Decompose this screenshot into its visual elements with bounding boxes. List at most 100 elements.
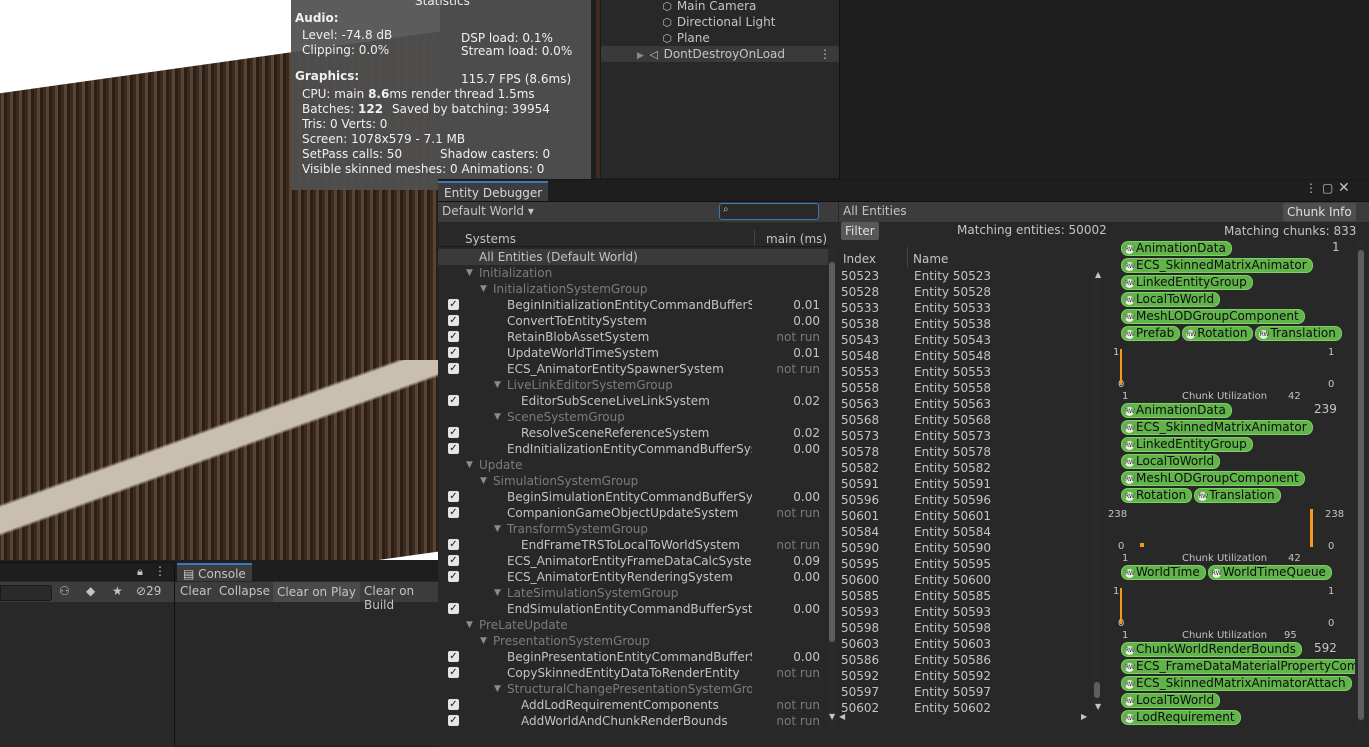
system-row[interactable]: ✓ AddLodRequirementComponents not run <box>438 697 828 713</box>
component-pill[interactable]: RWECS_SkinnedMatrixAnimator <box>1121 258 1313 273</box>
system-row[interactable]: ✓ AddWorldAndChunkRenderBounds not run <box>438 713 828 729</box>
collapse-button[interactable]: Collapse <box>219 584 270 598</box>
project-search-input[interactable] <box>0 585 52 601</box>
scroll-left-icon[interactable]: ◀ <box>839 712 845 721</box>
entity-row[interactable]: 50600 Entity 50600 <box>839 572 1089 588</box>
system-row[interactable]: ✓ EditorSubSceneLiveLinkSystem 0.02 <box>438 393 828 409</box>
more-options-icon[interactable]: ⋮ <box>819 46 831 62</box>
system-group-row[interactable]: ▼ Update <box>438 457 828 473</box>
system-row[interactable]: ✓ CompanionGameObjectUpdateSystem not run <box>438 505 828 521</box>
expand-arrow-icon[interactable]: ▼ <box>494 585 501 601</box>
component-pill[interactable]: RWLinkedEntityGroup <box>1121 275 1253 290</box>
expand-arrow-icon[interactable]: ▶ <box>637 51 644 61</box>
system-group-row[interactable]: ▼ LateSimulationSystemGroup <box>438 585 828 601</box>
system-group-row[interactable]: ▼ StructuralChangePresentationSystemGroup <box>438 681 828 697</box>
component-pill[interactable]: RWECS_SkinnedMatrixAnimatorAttach <box>1121 676 1352 691</box>
component-pill[interactable]: RWLinkedEntityGroup <box>1121 437 1253 452</box>
component-pill[interactable]: RWChunkWorldRenderBounds <box>1121 642 1302 657</box>
expand-arrow-icon[interactable]: ▼ <box>480 633 487 649</box>
entity-row[interactable]: 50592 Entity 50592 <box>839 668 1089 684</box>
filter-button[interactable]: Filter <box>841 222 879 240</box>
clear-on-build-button[interactable]: Clear on Build <box>364 584 441 612</box>
entity-row[interactable]: 50558 Entity 50558 <box>839 380 1089 396</box>
system-row-all-entities[interactable]: All Entities (Default World) <box>438 249 828 265</box>
system-row[interactable]: ✓ ConvertToEntitySystem 0.00 <box>438 313 828 329</box>
expand-arrow-icon[interactable]: ▼ <box>494 681 501 697</box>
entity-row[interactable]: 50593 Entity 50593 <box>839 604 1089 620</box>
scroll-right-icon[interactable]: ▶ <box>1081 712 1087 721</box>
component-pill[interactable]: RWECS_SkinnedMatrixAnimator <box>1121 420 1313 435</box>
entity-row[interactable]: 50578 Entity 50578 <box>839 444 1089 460</box>
enabled-checkbox[interactable]: ✓ <box>448 299 459 310</box>
expand-arrow-icon[interactable]: ▼ <box>494 377 501 393</box>
enabled-checkbox[interactable]: ✓ <box>448 571 459 582</box>
system-row[interactable]: ✓ RetainBlobAssetSystem not run <box>438 329 828 345</box>
name-column-header[interactable]: Name <box>913 251 948 267</box>
entity-row[interactable]: 50523 Entity 50523 <box>839 268 1089 284</box>
expand-arrow-icon[interactable]: ▼ <box>466 457 473 473</box>
close-icon[interactable]: ✕ <box>1338 180 1350 196</box>
systems-scrollbar[interactable] <box>828 250 836 730</box>
component-pill[interactable]: RWLocalToWorld <box>1121 693 1221 708</box>
component-pill[interactable]: RWLocalToWorld <box>1121 454 1221 469</box>
system-search-input[interactable]: ⌕ <box>719 203 819 220</box>
enabled-checkbox[interactable]: ✓ <box>448 715 459 726</box>
entity-list-hscrollbar[interactable]: ◀ ▶ <box>839 712 1089 726</box>
entity-row[interactable]: 50591 Entity 50591 <box>839 476 1089 492</box>
system-row[interactable]: ✓ EndFrameTRSToLocalToWorldSystem not run <box>438 537 828 553</box>
component-pill[interactable]: RWAnimationData <box>1121 241 1232 256</box>
enabled-checkbox[interactable]: ✓ <box>448 491 459 502</box>
entity-row[interactable]: 50582 Entity 50582 <box>839 460 1089 476</box>
systems-scroll-down-icon[interactable]: ▼ <box>829 712 835 721</box>
system-row[interactable]: ✓ ECS_AnimatorEntityRenderingSystem 0.00 <box>438 569 828 585</box>
system-row[interactable]: ✓ CopySkinnedEntityDataToRenderEntity not … <box>438 665 828 681</box>
entity-row[interactable]: 50596 Entity 50596 <box>839 492 1089 508</box>
entity-row[interactable]: 50543 Entity 50543 <box>839 332 1089 348</box>
entity-row[interactable]: 50601 Entity 50601 <box>839 508 1089 524</box>
component-pill[interactable]: RWECS_FrameDataMaterialPropertyCom <box>1121 659 1355 674</box>
system-row[interactable]: ✓ ResolveSceneReferenceSystem 0.02 <box>438 425 828 441</box>
system-row[interactable]: ✓ BeginSimulationEntityCommandBufferSyste… <box>438 489 828 505</box>
clear-button[interactable]: Clear <box>180 584 211 598</box>
more-options-icon[interactable]: ⋮ <box>1305 181 1317 195</box>
index-column-header[interactable]: Index <box>843 251 876 267</box>
enabled-checkbox[interactable]: ✓ <box>448 315 459 326</box>
enabled-checkbox[interactable]: ✓ <box>448 395 459 406</box>
entity-row[interactable]: 50533 Entity 50533 <box>839 300 1089 316</box>
systems-column-header[interactable]: Systems <box>465 232 516 246</box>
component-pill[interactable]: RWPrefab <box>1121 326 1181 341</box>
system-group-row[interactable]: ▼ SimulationSystemGroup <box>438 473 828 489</box>
enabled-checkbox[interactable]: ✓ <box>448 699 459 710</box>
entity-row[interactable]: 50584 Entity 50584 <box>839 524 1089 540</box>
entity-row[interactable]: 50586 Entity 50586 <box>839 652 1089 668</box>
enabled-checkbox[interactable]: ✓ <box>448 427 459 438</box>
component-pill[interactable]: RWRotation <box>1182 326 1254 341</box>
favorite-icon[interactable]: ★ <box>112 584 123 598</box>
component-pill[interactable]: RWMeshLODGroupComponent <box>1121 471 1305 486</box>
hidden-count-icon[interactable]: ⊘29 <box>136 584 161 598</box>
create-icon[interactable]: ⚇ <box>59 584 70 598</box>
lock-icon[interactable]: 🔒︎ <box>137 565 143 579</box>
component-pill[interactable]: RWWorldTimeQueue <box>1207 565 1332 580</box>
entity-list-scrollbar[interactable] <box>1093 272 1101 712</box>
entity-row[interactable]: 50585 Entity 50585 <box>839 588 1089 604</box>
entity-row[interactable]: 50573 Entity 50573 <box>839 428 1089 444</box>
system-group-row[interactable]: ▼ Initialization <box>438 265 828 281</box>
entity-row[interactable]: 50590 Entity 50590 <box>839 540 1089 556</box>
system-group-row[interactable]: ▼ SceneSystemGroup <box>438 409 828 425</box>
entity-row[interactable]: 50597 Entity 50597 <box>839 684 1089 700</box>
enabled-checkbox[interactable]: ✓ <box>448 555 459 566</box>
more-options-icon[interactable]: ⋮ <box>154 564 166 578</box>
component-pill[interactable]: RWRotation <box>1121 488 1193 503</box>
maximize-icon[interactable]: ▢ <box>1322 181 1333 195</box>
expand-arrow-icon[interactable]: ▼ <box>494 409 501 425</box>
system-group-row[interactable]: ▼ PresentationSystemGroup <box>438 633 828 649</box>
component-pill[interactable]: RWMeshLODGroupComponent <box>1121 309 1305 324</box>
system-row[interactable]: ✓ UpdateWorldTimeSystem 0.01 <box>438 345 828 361</box>
tab-console[interactable]: ▤ Console <box>177 563 252 581</box>
enabled-checkbox[interactable]: ✓ <box>448 539 459 550</box>
component-pill[interactable]: RWTranslation <box>1194 488 1281 503</box>
entity-row[interactable]: 50538 Entity 50538 <box>839 316 1089 332</box>
component-pill[interactable]: RWAnimationData <box>1121 403 1232 418</box>
world-dropdown[interactable]: Default World ▾ <box>442 204 534 218</box>
